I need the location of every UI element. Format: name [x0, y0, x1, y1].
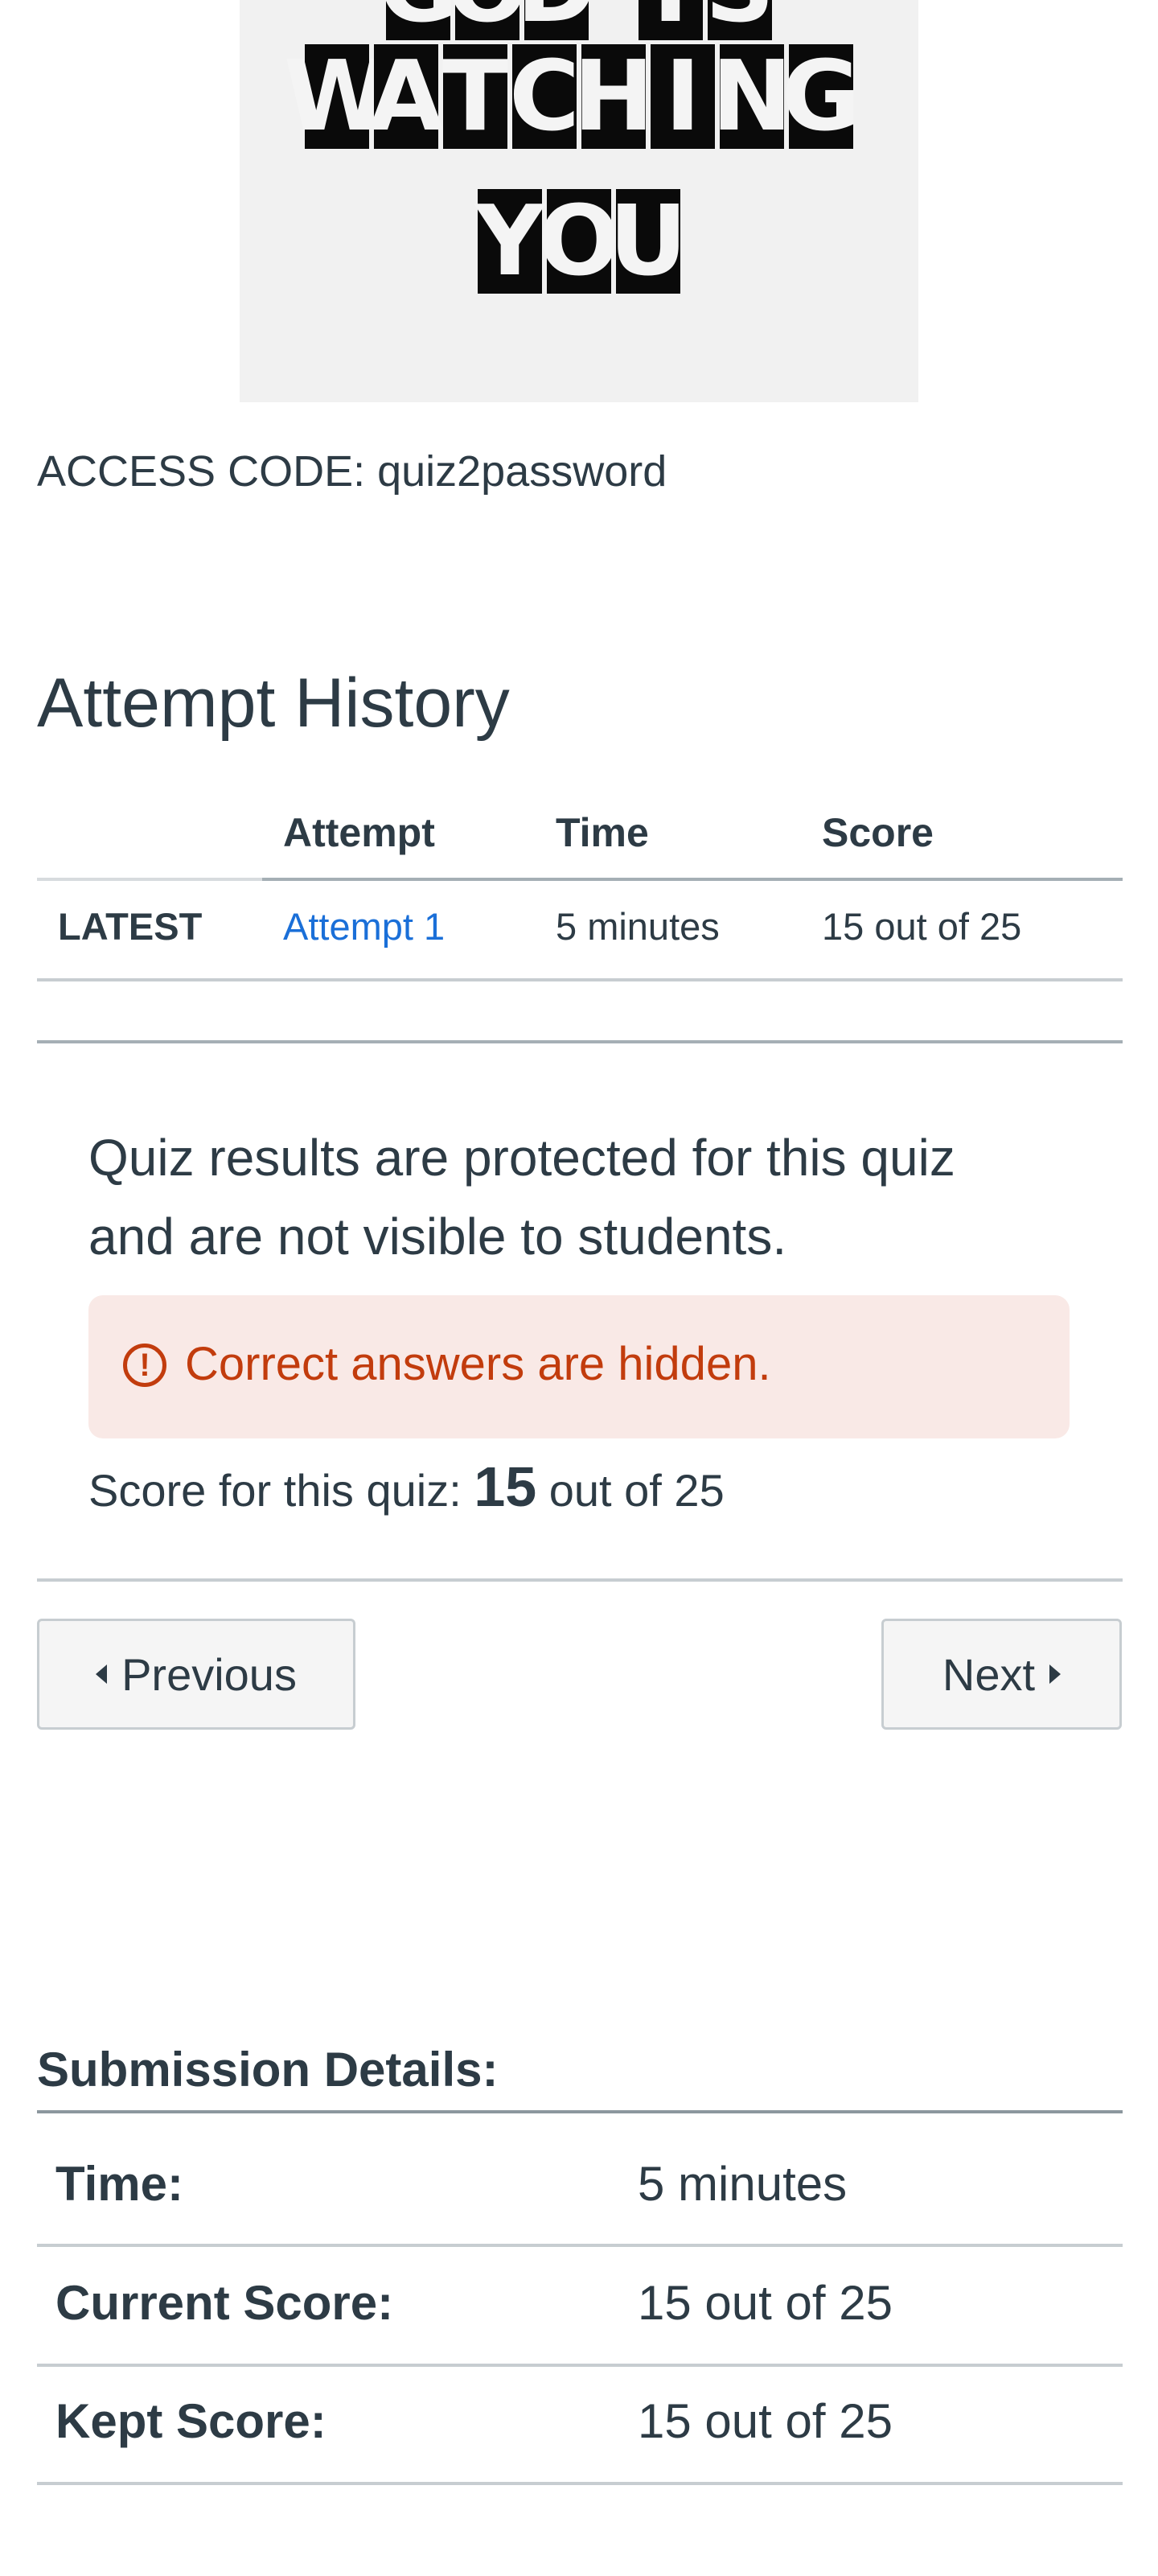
- current-score-label: Current Score:: [55, 2276, 394, 2330]
- header-time: Time: [556, 810, 649, 855]
- table-header-divider-strong: [262, 878, 1123, 881]
- submission-divider: [37, 2110, 1123, 2113]
- attempt-history-heading: Attempt History: [37, 665, 510, 742]
- time-label: Time:: [55, 2157, 183, 2211]
- score-value: 15: [474, 1455, 537, 1518]
- latest-label: LATEST: [58, 905, 203, 948]
- current-score-value: 15 out of 25: [638, 2276, 893, 2330]
- attempt-time: 5 minutes: [556, 905, 720, 948]
- header-score: Score: [822, 810, 934, 855]
- nav-divider: [37, 1578, 1123, 1582]
- caret-left-icon: [96, 1665, 108, 1684]
- table-row-divider: [37, 978, 1123, 981]
- row-divider: [37, 2482, 1123, 2485]
- alert-text: Correct answers are hidden.: [185, 1338, 771, 1390]
- kept-score-value: 15 out of 25: [638, 2394, 893, 2448]
- row-divider: [37, 2364, 1123, 2367]
- next-label: Next: [942, 1648, 1036, 1700]
- quiz-score: Score for this quiz: 15 out of 25: [88, 1455, 725, 1519]
- header-attempt: Attempt: [283, 810, 435, 855]
- previous-button[interactable]: Previous: [37, 1619, 355, 1730]
- row-divider: [37, 2244, 1123, 2247]
- submission-details-heading: Submission Details:: [37, 2043, 499, 2097]
- section-divider: [37, 1040, 1123, 1043]
- warning-icon: !: [123, 1344, 166, 1387]
- time-value: 5 minutes: [638, 2157, 848, 2211]
- results-protected-message: Quiz results are protected for this quiz…: [88, 1129, 955, 1265]
- score-suffix: out of 25: [548, 1465, 725, 1516]
- poster-line-3: YOU: [474, 185, 688, 298]
- next-button[interactable]: Next: [881, 1619, 1122, 1730]
- kept-score-label: Kept Score:: [55, 2394, 326, 2448]
- poster-line-1: GODIS: [240, 0, 918, 44]
- hidden-answers-alert: ! Correct answers are hidden.: [88, 1295, 1070, 1438]
- quiz-image: GODIS WATCHING YOU: [240, 0, 918, 402]
- access-code-text: ACCESS CODE: quiz2password: [37, 447, 667, 496]
- attempt-1-link[interactable]: Attempt 1: [283, 904, 445, 949]
- attempt-score: 15 out of 25: [822, 905, 1022, 948]
- poster-line-2: WATCHING: [283, 40, 861, 153]
- caret-right-icon: [1049, 1665, 1062, 1684]
- previous-label: Previous: [121, 1648, 297, 1700]
- score-prefix: Score for this quiz:: [88, 1465, 462, 1516]
